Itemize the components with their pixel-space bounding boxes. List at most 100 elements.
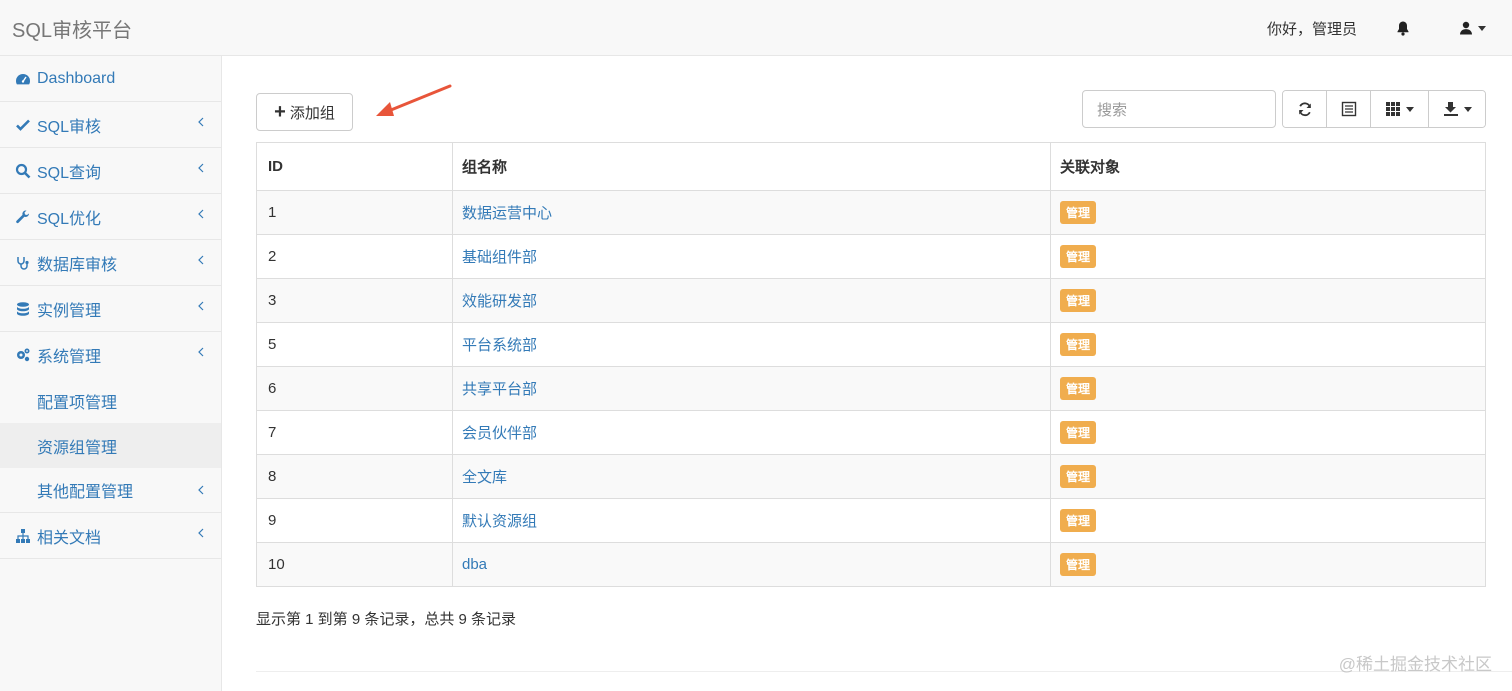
table-header-row: ID 组名称 关联对象 bbox=[257, 143, 1485, 190]
database-icon bbox=[15, 301, 31, 317]
cell-related-objects: 管理 bbox=[1051, 191, 1485, 234]
cell-related-objects: 管理 bbox=[1051, 543, 1485, 586]
sidebar-item-sql-optimize[interactable]: SQL优化 bbox=[0, 194, 221, 240]
gears-icon bbox=[15, 347, 31, 363]
cell-id: 2 bbox=[257, 235, 453, 278]
cell-related-objects: 管理 bbox=[1051, 411, 1485, 454]
cell-id: 7 bbox=[257, 411, 453, 454]
sidebar-item-label: SQL查询 bbox=[37, 159, 101, 183]
search-icon bbox=[15, 163, 31, 179]
chevron-left-icon bbox=[197, 484, 205, 496]
group-name-link[interactable]: 默认资源组 bbox=[462, 510, 537, 531]
manage-badge-button[interactable]: 管理 bbox=[1060, 553, 1096, 576]
manage-badge-button[interactable]: 管理 bbox=[1060, 289, 1096, 312]
chevron-left-icon bbox=[197, 116, 205, 128]
sidebar-subitem-other-config[interactable]: 其他配置管理 bbox=[0, 468, 221, 513]
cell-group-name: 会员伙伴部 bbox=[453, 411, 1051, 454]
group-name-link[interactable]: 平台系统部 bbox=[462, 334, 537, 355]
cell-id: 3 bbox=[257, 279, 453, 322]
manage-badge-button[interactable]: 管理 bbox=[1060, 333, 1096, 356]
cell-related-objects: 管理 bbox=[1051, 367, 1485, 410]
group-name-link[interactable]: 共享平台部 bbox=[462, 378, 537, 399]
manage-badge-button[interactable]: 管理 bbox=[1060, 465, 1096, 488]
table-row: 10 dba 管理 bbox=[257, 542, 1485, 586]
table-row: 2 基础组件部 管理 bbox=[257, 234, 1485, 278]
annotation-arrow bbox=[372, 82, 454, 122]
search-input[interactable]: 搜索 bbox=[1082, 90, 1276, 128]
header-id[interactable]: ID bbox=[257, 143, 453, 190]
manage-badge-button[interactable]: 管理 bbox=[1060, 245, 1096, 268]
sidebar-item-system[interactable]: 系统管理 bbox=[0, 332, 221, 378]
cell-group-name: 数据运营中心 bbox=[453, 191, 1051, 234]
table-row: 9 默认资源组 管理 bbox=[257, 498, 1485, 542]
sidebar-item-sql-query[interactable]: SQL查询 bbox=[0, 148, 221, 194]
add-group-label: 添加组 bbox=[290, 102, 335, 123]
sidebar-item-label: 系统管理 bbox=[37, 343, 101, 367]
list-icon bbox=[1341, 101, 1357, 117]
group-name-link[interactable]: 效能研发部 bbox=[462, 290, 537, 311]
sidebar-item-label: 相关文档 bbox=[37, 524, 101, 548]
cell-group-name: 全文库 bbox=[453, 455, 1051, 498]
table-row: 6 共享平台部 管理 bbox=[257, 366, 1485, 410]
table-toolbar bbox=[1282, 90, 1486, 128]
columns-dropdown[interactable] bbox=[1371, 91, 1429, 127]
table-row: 8 全文库 管理 bbox=[257, 454, 1485, 498]
cell-id: 6 bbox=[257, 367, 453, 410]
sitemap-icon bbox=[15, 528, 31, 544]
wrench-icon bbox=[15, 209, 31, 225]
sidebar-item-dashboard[interactable]: Dashboard bbox=[0, 56, 221, 102]
cell-id: 5 bbox=[257, 323, 453, 366]
sidebar-subitem-resource-group[interactable]: 资源组管理 bbox=[0, 423, 221, 468]
stethoscope-icon bbox=[15, 255, 31, 271]
toggle-view-button[interactable] bbox=[1327, 91, 1371, 127]
sidebar-item-label: 数据库审核 bbox=[37, 251, 117, 275]
cell-related-objects: 管理 bbox=[1051, 279, 1485, 322]
refresh-button[interactable] bbox=[1283, 91, 1327, 127]
group-name-link[interactable]: 全文库 bbox=[462, 466, 507, 487]
brand-title[interactable]: SQL审核平台 bbox=[12, 14, 132, 43]
chevron-down-icon bbox=[1478, 26, 1486, 31]
header-group-name[interactable]: 组名称 bbox=[453, 143, 1051, 190]
manage-badge-button[interactable]: 管理 bbox=[1060, 201, 1096, 224]
sidebar-item-label: SQL审核 bbox=[37, 113, 101, 137]
cell-id: 1 bbox=[257, 191, 453, 234]
divider bbox=[256, 671, 1512, 672]
dashboard-icon bbox=[15, 71, 31, 87]
manage-badge-button[interactable]: 管理 bbox=[1060, 377, 1096, 400]
table-row: 3 效能研发部 管理 bbox=[257, 278, 1485, 322]
cell-group-name: 效能研发部 bbox=[453, 279, 1051, 322]
sidebar-item-docs[interactable]: 相关文档 bbox=[0, 513, 221, 559]
add-group-button[interactable]: + 添加组 bbox=[256, 93, 353, 131]
sidebar: Dashboard SQL审核 SQL查询 SQL优化 数据库审核 实例管理 bbox=[0, 56, 222, 691]
cell-related-objects: 管理 bbox=[1051, 499, 1485, 542]
chevron-left-icon bbox=[197, 527, 205, 539]
group-name-link[interactable]: 会员伙伴部 bbox=[462, 422, 537, 443]
cell-group-name: 共享平台部 bbox=[453, 367, 1051, 410]
table-row: 1 数据运营中心 管理 bbox=[257, 190, 1485, 234]
manage-badge-button[interactable]: 管理 bbox=[1060, 421, 1096, 444]
user-menu-toggle[interactable] bbox=[1459, 21, 1486, 35]
header-related-objects[interactable]: 关联对象 bbox=[1051, 143, 1485, 190]
grid-icon bbox=[1385, 101, 1401, 117]
group-name-link[interactable]: 数据运营中心 bbox=[462, 202, 552, 223]
group-name-link[interactable]: dba bbox=[462, 556, 487, 573]
sidebar-item-label: 实例管理 bbox=[37, 297, 101, 321]
cell-id: 8 bbox=[257, 455, 453, 498]
export-dropdown[interactable] bbox=[1429, 91, 1485, 127]
navbar-right: 你好，管理员 bbox=[1267, 0, 1512, 56]
refresh-icon bbox=[1297, 101, 1313, 117]
chevron-left-icon bbox=[197, 208, 205, 220]
sidebar-item-db-audit[interactable]: 数据库审核 bbox=[0, 240, 221, 286]
sidebar-item-sql-audit[interactable]: SQL审核 bbox=[0, 102, 221, 148]
bell-icon[interactable] bbox=[1395, 20, 1411, 36]
sidebar-subitem-config[interactable]: 配置项管理 bbox=[0, 378, 221, 423]
chevron-left-icon bbox=[197, 346, 205, 358]
group-name-link[interactable]: 基础组件部 bbox=[462, 246, 537, 267]
manage-badge-button[interactable]: 管理 bbox=[1060, 509, 1096, 532]
cell-id: 9 bbox=[257, 499, 453, 542]
cell-related-objects: 管理 bbox=[1051, 323, 1485, 366]
top-navbar: SQL审核平台 你好，管理员 bbox=[0, 0, 1512, 56]
cell-id: 10 bbox=[257, 543, 453, 586]
sidebar-item-instances[interactable]: 实例管理 bbox=[0, 286, 221, 332]
sidebar-subitem-label: 其他配置管理 bbox=[37, 478, 133, 502]
